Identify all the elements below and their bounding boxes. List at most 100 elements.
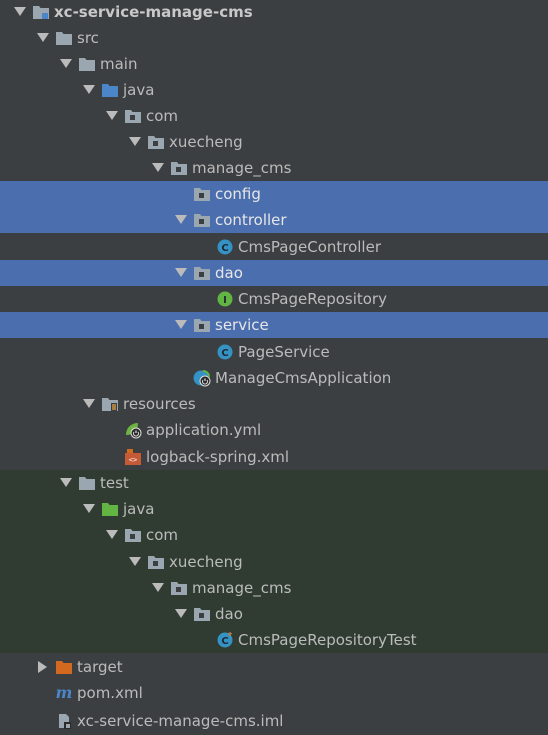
svg-text:<>: <> [129, 456, 137, 464]
interface-icon: I [216, 290, 234, 308]
tree-row-managecmsapplication[interactable]: ManageCmsApplication [0, 365, 548, 391]
svg-text:C: C [221, 348, 228, 359]
tree-row-dao[interactable]: dao [0, 260, 548, 286]
tree-item-label: xuecheng [169, 133, 243, 151]
svg-text:m: m [56, 685, 73, 701]
tree-item-label: resources [123, 395, 196, 413]
project-tree: xc-service-manage-cms src main java com xuech… [0, 0, 548, 735]
svg-text:C: C [221, 243, 228, 254]
test-source-folder-icon [101, 500, 119, 518]
resources-folder-icon [101, 395, 119, 413]
tree-item-label: dao [215, 264, 243, 282]
tree-item-label: config [215, 185, 261, 203]
tree-item-label: controller [215, 211, 287, 229]
chevron-down-icon[interactable] [173, 212, 189, 228]
tree-item-label: main [100, 55, 138, 73]
tree-row-dao[interactable]: dao [0, 601, 548, 627]
package-icon [170, 159, 188, 177]
tree-row-service[interactable]: service [0, 312, 548, 338]
tree-row-java[interactable]: java [0, 496, 548, 522]
tree-row-test[interactable]: test [0, 470, 548, 496]
chevron-down-icon[interactable] [127, 134, 143, 150]
tree-item-label: logback-spring.xml [146, 447, 290, 466]
tree-item-label: manage_cms [192, 159, 292, 177]
chevron-down-icon[interactable] [58, 56, 74, 72]
tree-item-label: CmsPageRepository [238, 290, 387, 308]
svg-text:C: C [221, 636, 228, 647]
chevron-down-icon[interactable] [173, 265, 189, 281]
tree-row-config[interactable]: config [0, 181, 548, 207]
spring-yml-icon [124, 421, 142, 439]
chevron-down-icon[interactable] [81, 501, 97, 517]
package-icon [193, 264, 211, 282]
tree-row-xc-service-manage-cms-iml[interactable]: xc-service-manage-cms.iml [0, 706, 548, 735]
tree-row-manage-cms[interactable]: manage_cms [0, 155, 548, 181]
chevron-down-icon[interactable] [58, 475, 74, 491]
chevron-down-icon[interactable] [173, 606, 189, 622]
chevron-down-icon[interactable] [81, 82, 97, 98]
package-icon [193, 185, 211, 203]
tree-item-label: pom.xml [77, 684, 143, 702]
chevron-down-icon[interactable] [104, 108, 120, 124]
tree-row-cmspagerepositorytest[interactable]: C CmsPageRepositoryTest [0, 627, 548, 653]
tree-item-label: xc-service-manage-cms [54, 3, 253, 21]
tree-item-label: dao [215, 605, 243, 623]
excluded-folder-icon [55, 658, 73, 676]
tree-row-target[interactable]: target [0, 653, 548, 680]
package-icon [124, 107, 142, 125]
class-icon: C [216, 343, 234, 361]
tree-row-application-yml[interactable]: application.yml [0, 417, 548, 443]
tree-row-main[interactable]: main [0, 51, 548, 77]
chevron-right-icon[interactable] [35, 659, 51, 675]
package-icon [193, 211, 211, 229]
tree-item-label: com [146, 526, 179, 544]
module-folder-icon [32, 3, 50, 21]
tree-row-src[interactable]: src [0, 24, 548, 51]
chevron-down-icon[interactable] [150, 580, 166, 596]
chevron-down-icon[interactable] [150, 160, 166, 176]
package-icon [193, 605, 211, 623]
tree-row-com[interactable]: com [0, 522, 548, 548]
tree-item-label: manage_cms [192, 579, 292, 597]
tree-row-logback-spring-xml[interactable]: <> logback-spring.xml [0, 443, 548, 470]
chevron-down-icon[interactable] [35, 30, 51, 46]
tree-row-xuecheng[interactable]: xuecheng [0, 129, 548, 155]
chevron-down-icon[interactable] [173, 317, 189, 333]
class-icon: C [216, 238, 234, 256]
tree-item-label: CmsPageController [238, 237, 381, 256]
tree-row-xc-service-manage-cms[interactable]: xc-service-manage-cms [0, 0, 548, 24]
chevron-down-icon[interactable] [12, 4, 28, 20]
tree-row-java[interactable]: java [0, 77, 548, 103]
tree-item-label: PageService [238, 342, 330, 361]
tree-item-label: test [100, 474, 129, 492]
chevron-down-icon[interactable] [81, 396, 97, 412]
chevron-down-icon[interactable] [104, 527, 120, 543]
tree-row-pageservice[interactable]: C PageService [0, 338, 548, 365]
tree-row-pom-xml[interactable]: m pom.xml [0, 680, 548, 706]
tree-row-xuecheng[interactable]: xuecheng [0, 548, 548, 575]
tree-row-resources[interactable]: resources [0, 391, 548, 417]
package-icon [124, 526, 142, 544]
tree-item-label: CmsPageRepositoryTest [238, 631, 417, 649]
tree-item-label: xc-service-manage-cms.iml [77, 711, 284, 730]
tree-row-cmspagecontroller[interactable]: C CmsPageController [0, 233, 548, 260]
source-root-folder-icon [101, 81, 119, 99]
package-icon [147, 553, 165, 571]
tree-item-label: application.yml [146, 421, 262, 439]
tree-item-label: src [77, 28, 99, 47]
folder-icon [78, 474, 96, 492]
chevron-down-icon[interactable] [127, 554, 143, 570]
tree-item-label: ManageCmsApplication [215, 369, 392, 387]
tree-row-cmspagerepository[interactable]: I CmsPageRepository [0, 286, 548, 312]
tree-row-manage-cms[interactable]: manage_cms [0, 575, 548, 601]
tree-row-controller[interactable]: controller [0, 207, 548, 233]
tree-row-com[interactable]: com [0, 103, 548, 129]
